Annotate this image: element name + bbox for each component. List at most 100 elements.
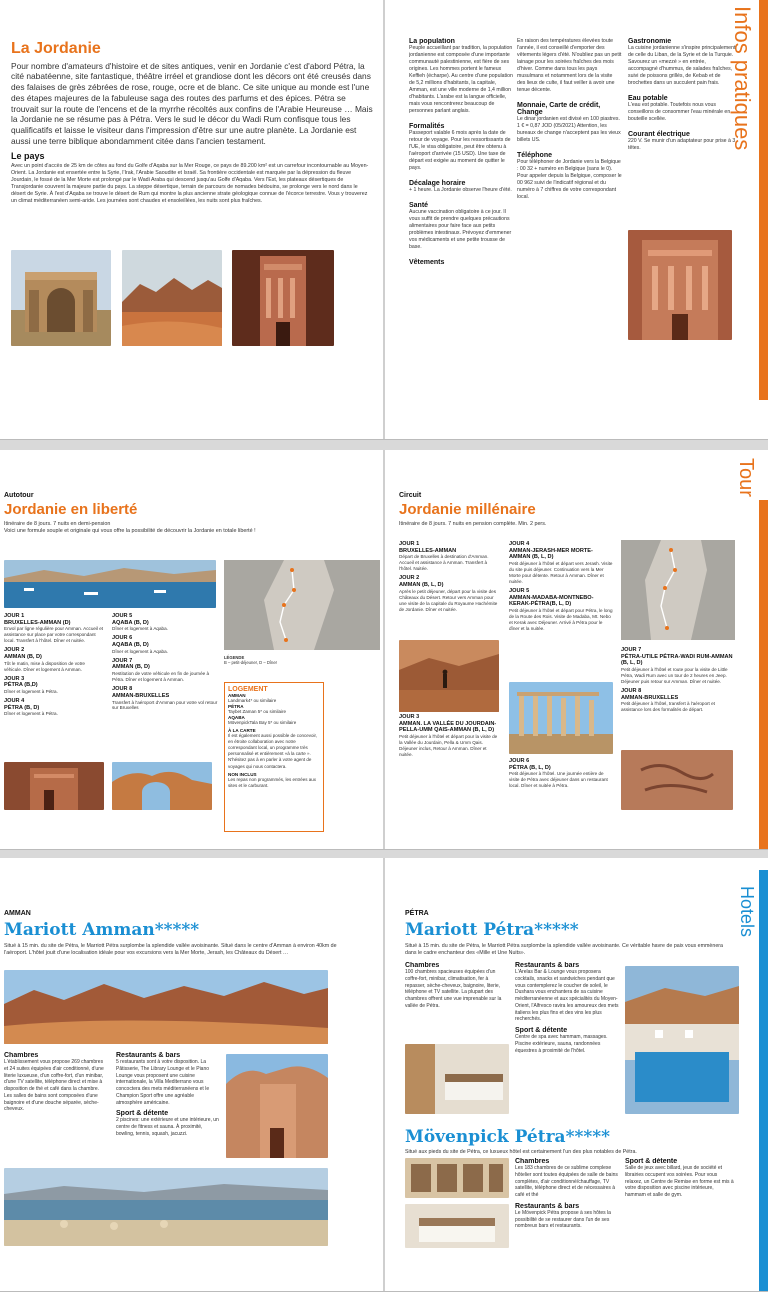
- day-title: JOUR 5 AMMAN-MADABA-MONTNEBO-KERAK-PÉTRA…: [509, 587, 594, 608]
- box-text: Il est également aussi possible de conce…: [228, 733, 318, 769]
- section-text: 2 piscines: une extérieure et une intéri…: [116, 1117, 219, 1137]
- photo-aqaba-beach: [4, 560, 216, 608]
- box-text: MövenpickTala Bay 5* ou similaire: [228, 720, 297, 726]
- day-text: Petit déjeuner à l'hôtel. Une journée en…: [509, 771, 608, 789]
- section-title: Le pays: [11, 150, 45, 161]
- day-text: Petit déjeuner à l'hôtel et départ pour …: [509, 608, 613, 631]
- day-text: Dîner et logement à Pétra.: [4, 711, 58, 717]
- hotel-intro: Situé à 15 min. du site de Pétra, le Mar…: [4, 942, 337, 956]
- photo-desert-panorama: [4, 970, 328, 1044]
- section-chambres: Chambres L'établissement vous propose 26…: [4, 1052, 108, 1172]
- info-title: Eau potable: [628, 95, 668, 103]
- hotel-intro: Situé à 15 min. du site de Pétra, le Mar…: [405, 942, 723, 956]
- info-title: Formalités: [409, 123, 445, 131]
- day-title: JOUR 5 AQABA (B, D): [112, 613, 149, 626]
- day-title: JOUR 3 PÉTRA (B,D): [4, 675, 38, 689]
- day-text: Dîner et logement à Aqaba.: [112, 626, 168, 632]
- photo-hotel-room: [405, 1044, 509, 1114]
- section-title: Chambres: [4, 1052, 39, 1059]
- photo-wadi-rum: [122, 250, 222, 346]
- page-title: La Jordanie: [11, 40, 101, 57]
- map-legend: LÉGENDE B – petit-déjeuner, D – Dîner: [224, 655, 374, 665]
- page-petra-hotels: Hotels PÉTRA Mariott Pétra***** Situé à …: [385, 858, 768, 1291]
- info-text: Pour téléphoner de Jordanie vers la Belg…: [517, 159, 622, 201]
- intro-text: Voici une formule souple et originale qu…: [4, 527, 256, 534]
- spread-infos: La Jordanie Pour nombre d'amateurs d'his…: [0, 0, 768, 440]
- page-mariott-amman: AMMAN Mariott Amman***** Situé à 15 min.…: [0, 858, 383, 1291]
- day-title: JOUR 4 PÉTRA (B, D): [4, 698, 40, 711]
- box-text: Les repas non programmés, les entrées au…: [228, 776, 317, 788]
- hotel-intro: Situé aux pieds du site de Pétra, ce lux…: [405, 1148, 637, 1155]
- day-text: Petit déjeuner à l'hôtel, transfert à l'…: [621, 701, 715, 713]
- days-column-2: JOUR 5 AQABA (B, D) Dîner et logement à A…: [112, 610, 222, 758]
- spread-tour: Autotour Jordanie en liberté Itinéraire …: [0, 450, 768, 850]
- side-bar: [759, 500, 768, 849]
- photo-wadi-rum-hiker: [399, 640, 499, 712]
- info-title: Vêtements: [409, 259, 445, 267]
- section-restaurants: Restaurants & bars L'Arelas Bar & Lounge…: [515, 962, 619, 1122]
- hotel-title: Mariott Pétra*****: [405, 920, 579, 940]
- section-title: Sport & détente: [515, 1027, 568, 1034]
- info-text: En raison des températures élevées toute…: [517, 38, 622, 94]
- section-chambres: Chambres 100 chambres spacieuses équipée…: [405, 962, 509, 1042]
- page-title: Jordanie en liberté: [4, 501, 138, 518]
- day-text: Transfert à l'aéroport d'Amman pour votr…: [112, 699, 218, 711]
- info-title: Téléphone: [517, 152, 553, 160]
- side-bar: [759, 0, 768, 400]
- section-title: Restaurants & bars: [515, 962, 580, 969]
- day-title: JOUR 4 AMMAN-JERASH-MER MORTE-AMMAN (B, …: [509, 541, 593, 561]
- page-la-jordanie: La Jordanie Pour nombre d'amateurs d'his…: [0, 0, 383, 439]
- day-title: JOUR 1 BRUXELLES-AMMAN: [399, 541, 457, 554]
- kicker: Autotour: [4, 492, 34, 499]
- section-text: 100 chambres spacieuses équipées d'un co…: [405, 969, 502, 1009]
- photo-rock-arch: [112, 762, 212, 810]
- info-text: Peuple accueillant par tradition, la pop…: [409, 45, 513, 115]
- info-title: Gastronomie: [628, 38, 672, 45]
- side-bar: [759, 870, 768, 1291]
- day-title: JOUR 8 AMMAN-BRUXELLES: [621, 688, 679, 701]
- kicker: Circuit: [399, 492, 422, 499]
- section-title: Restaurants & bars: [116, 1052, 181, 1059]
- info-column-1: La population Peuple accueillant par tra…: [409, 38, 514, 368]
- section-title: Chambres: [515, 1158, 550, 1165]
- day-text: Tôt le matin, mise à disposition de votr…: [4, 660, 85, 672]
- day-text: Petit déjeuner à l'hôtel et départ pour …: [399, 734, 498, 758]
- photo-petra-treasury: [232, 250, 334, 346]
- info-title: La population: [409, 38, 455, 45]
- photo-jerash-columns: [509, 682, 613, 754]
- photo-carving: [621, 750, 733, 810]
- section-title: Sport & détente: [625, 1158, 678, 1165]
- section-sport-2: Sport & détente Salle de jeux avec billa…: [625, 1158, 735, 1248]
- section-text: Avec un point d'accès de 25 km de côtes …: [11, 162, 369, 205]
- route-map: [224, 560, 380, 650]
- page-infos-pratiques: Infos pratiques La population Peuple acc…: [385, 0, 768, 439]
- info-column-3: Gastronomie La cuisine jordanienne s'ins…: [628, 38, 736, 238]
- section-text: 5 restaurants sont à votre disposition. …: [116, 1059, 210, 1106]
- photo-hotel-pool: [625, 966, 739, 1114]
- info-text: 220 V. Se munir d'un adaptateur pour pri…: [628, 138, 736, 152]
- day-title: JOUR 2 AMMAN (B, L, D): [399, 575, 444, 589]
- photo-petra-treasury: [226, 1054, 328, 1158]
- section-title: Sport & détente: [116, 1110, 169, 1118]
- day-text: Après le petit déjeuner, départ pour la …: [399, 588, 498, 612]
- day-title: JOUR 7 AMMAN (B, D): [112, 657, 150, 671]
- day-text: Dîner et logement à Aqaba.: [112, 648, 168, 654]
- days-column-3: JOUR 7 PÉTRA-UTILE PÉTRA-WADI RUM-AMMAN …: [621, 644, 735, 754]
- subtitle: Itinéraire de 8 jours. 7 nuits en demi-p…: [4, 520, 111, 527]
- info-title: Monnaie, Carte de crédit, Change: [517, 102, 601, 117]
- days-column-1: JOUR 1 BRUXELLES-AMMAN Départ de Bruxelle…: [399, 538, 501, 638]
- page-circuit: Tour Circuit Jordanie millénaire Itinéra…: [385, 450, 768, 849]
- info-text: Passeport valable 6 mois après la date d…: [409, 130, 511, 172]
- day-title: JOUR 7 PÉTRA-UTILE PÉTRA-WADI RUM-AMMAN …: [621, 647, 733, 667]
- photo-hotel-bedroom: [405, 1204, 509, 1248]
- section-title: Chambres: [405, 962, 440, 969]
- days-column-2: JOUR 4 AMMAN-JERASH-MER MORTE-AMMAN (B, …: [509, 538, 613, 678]
- photo-petra-monastery: [4, 762, 104, 810]
- info-title: Décalage horaire: [409, 180, 466, 188]
- days-column-1: JOUR 1 BRUXELLES-AMMAN (D) Envol par lign…: [4, 610, 104, 758]
- day-text: Envol par ligne régulière pour Amman. Ac…: [4, 626, 104, 644]
- info-text: La cuisine jordanienne s'inspire princip…: [628, 45, 736, 87]
- box-title: LOGEMENT: [228, 686, 268, 693]
- section-text: Le Mövenpick Pétra propose à ses hôtes l…: [515, 1209, 611, 1230]
- day-title: JOUR 3 AMMAN. LA VALLÉE DU JOURDAIN-PELL…: [399, 714, 497, 734]
